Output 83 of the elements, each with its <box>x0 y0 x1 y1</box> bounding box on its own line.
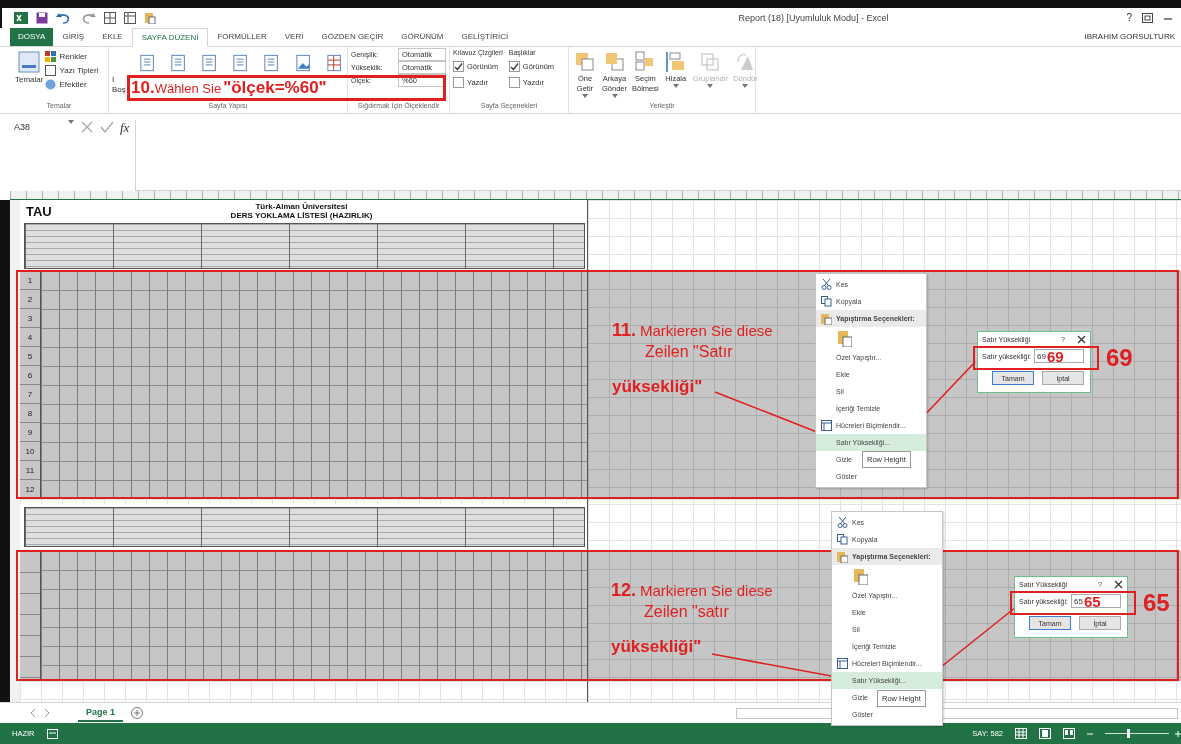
scissors-icon <box>836 517 848 528</box>
theme-option-button[interactable]: Renkler <box>45 50 99 62</box>
theme-option-button[interactable]: Yazı Tipleri <box>45 64 99 76</box>
copy-icon <box>836 534 848 545</box>
undo-icon[interactable] <box>56 11 72 24</box>
account-name[interactable]: IBRAHIM GORSULTURK <box>1084 32 1181 42</box>
ribbon-tab[interactable]: EKLE <box>93 27 132 46</box>
page-layout-view-icon[interactable] <box>1039 728 1051 740</box>
annotation-number: 69 <box>1106 344 1133 372</box>
ribbon-tab[interactable]: FORMÜLLER <box>208 27 276 46</box>
caret-icon <box>672 83 679 88</box>
copy-icon <box>820 296 832 307</box>
formula-input[interactable] <box>135 119 1181 191</box>
paste-option-icon[interactable] <box>854 567 868 585</box>
sheet-title: Türk-Alman Üniversitesi <box>255 202 348 212</box>
page-setup-button[interactable]: I Boş <box>112 52 126 95</box>
format-cells-icon <box>836 658 848 669</box>
caret-icon <box>582 93 588 98</box>
row-number: 10 <box>20 442 40 462</box>
annotation-text: 12. Markieren Sie diese Zeilen "satır yüksekliği" <box>611 580 773 657</box>
macro-record-icon[interactable] <box>46 728 58 739</box>
ribbon-tab[interactable]: GÖRÜNÜM <box>392 27 453 46</box>
sheet-subtitle: DERS YOKLAMA LİSTESİ (HAZIRLIK) <box>230 211 373 221</box>
next-sheet-icon[interactable] <box>44 709 50 718</box>
format-cells-icon <box>820 420 832 431</box>
annotation-text: 11. Markieren Sie diese Zeilen "Satır yüksekliği" <box>612 320 773 397</box>
window-title: Report (18) [Uyumluluk Modu] - Excel <box>737 12 890 23</box>
row-number: 7 <box>20 385 40 405</box>
annotation-number: 65 <box>1143 589 1170 617</box>
themes-icon <box>18 50 41 73</box>
cancel-icon[interactable] <box>80 119 94 134</box>
theme-option-button[interactable]: Efektler <box>45 78 99 90</box>
clipboard-icon <box>820 312 832 325</box>
ribbon-tab[interactable]: GELİŞTİRİCİ <box>452 27 518 46</box>
table-icon[interactable] <box>104 11 116 24</box>
row-number: 6 <box>20 366 40 386</box>
help-button[interactable]: ? <box>1126 12 1132 24</box>
row-number: 11 <box>20 461 40 481</box>
checkmark-icon <box>454 61 463 71</box>
normal-view-icon[interactable] <box>1015 728 1027 740</box>
paste-option-icon[interactable] <box>838 329 852 347</box>
row-number: 3 <box>20 309 40 329</box>
color-palette-icon <box>45 50 57 62</box>
clipboard-icon <box>836 550 848 563</box>
restore-icon[interactable] <box>1142 12 1153 23</box>
effects-icon <box>45 78 57 90</box>
add-sheet-icon[interactable] <box>131 707 144 720</box>
previous-sheet-icon[interactable] <box>30 709 36 718</box>
page-setup-icon[interactable] <box>293 52 313 73</box>
file-tab[interactable]: DOSYA <box>10 27 54 46</box>
checkmark-icon <box>509 61 519 71</box>
caret-icon <box>611 93 618 98</box>
caret-icon <box>742 83 749 88</box>
dropdown-caret-icon[interactable] <box>68 119 74 124</box>
scissors-icon <box>820 279 832 290</box>
row-number: 1 <box>20 271 40 291</box>
excel-icon[interactable] <box>14 11 28 24</box>
name-box[interactable]: A38 <box>14 119 62 132</box>
page-setup-icon[interactable] <box>137 52 157 73</box>
page-setup-icon[interactable] <box>324 52 344 73</box>
save-icon[interactable] <box>36 11 48 24</box>
ribbon-tab[interactable]: SAYFA DÜZENİ <box>131 27 209 47</box>
close-icon[interactable] <box>1114 580 1123 589</box>
font-icon <box>45 64 57 76</box>
clipboard-icon[interactable] <box>144 11 156 24</box>
zoom-in-icon[interactable] <box>1175 728 1181 739</box>
row-number: 8 <box>20 404 40 424</box>
caret-icon <box>707 83 714 88</box>
row-number: 4 <box>20 328 40 348</box>
redo-icon[interactable] <box>80 11 96 24</box>
close-icon[interactable] <box>1077 335 1086 344</box>
page-break-view-icon[interactable] <box>1063 728 1075 740</box>
ribbon-tab[interactable]: GİRİŞ <box>53 27 94 46</box>
table-icon[interactable] <box>124 11 136 24</box>
row-number: 5 <box>20 347 40 367</box>
insert-function-button[interactable]: fx <box>120 119 130 136</box>
themes-button[interactable]: Temalar <box>13 48 46 102</box>
checkmark-icon[interactable] <box>100 119 114 134</box>
ribbon-tab[interactable]: VERİ <box>275 27 313 46</box>
university-logo: TAU <box>25 203 53 219</box>
ribbon-tab[interactable]: GÖZDEN GEÇİR <box>312 27 393 46</box>
row-number: 2 <box>20 290 40 310</box>
row-number: 9 <box>20 423 40 443</box>
